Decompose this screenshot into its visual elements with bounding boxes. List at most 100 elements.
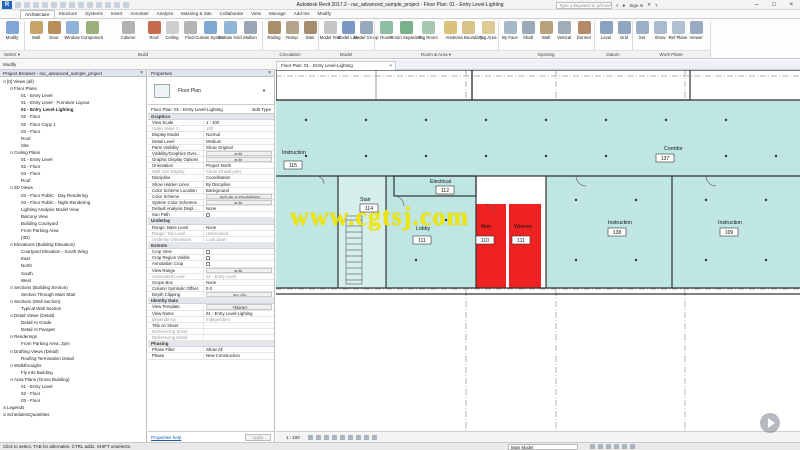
tag-area-button[interactable]: Tag Area <box>478 21 498 49</box>
exchange-icon[interactable]: ✕ <box>647 2 651 8</box>
property-value[interactable]: Background <box>204 188 274 193</box>
ribbon-group-work-plane[interactable]: Work Plane <box>632 50 710 58</box>
close-icon[interactable]: × <box>140 70 143 77</box>
checkbox[interactable] <box>206 261 210 266</box>
tree-node[interactable]: ⊟Ceiling Plans <box>0 149 146 156</box>
tree-item[interactable]: 02 - Floor <box>0 113 146 120</box>
tree-item[interactable]: 01 - Entry Level <box>0 383 146 390</box>
lock-icon[interactable] <box>356 435 361 440</box>
tab-architecture[interactable]: Architecture <box>20 10 55 18</box>
select-links-icon[interactable] <box>590 444 595 449</box>
select-pinned-icon[interactable] <box>606 444 611 449</box>
tree-item[interactable]: {3D} <box>0 234 146 241</box>
tree-item[interactable]: From Parking Area, 2pm <box>0 340 146 347</box>
tree-node[interactable]: ⊟Sections (Wall Section) <box>0 298 146 305</box>
tree-item[interactable]: Detail At Parapet <box>0 326 146 333</box>
dormer-button[interactable]: Dormer <box>574 21 594 49</box>
tab-systems[interactable]: Systems <box>81 10 107 18</box>
grid-button[interactable]: Grid <box>614 21 634 49</box>
ceiling-button[interactable]: Ceiling <box>162 21 182 49</box>
tree-item[interactable]: West <box>0 277 146 284</box>
tree-node[interactable]: ⊟Drafting Views (Detail) <box>0 348 146 355</box>
help-icon[interactable]: ? <box>655 3 658 8</box>
crop-icon[interactable] <box>340 435 345 440</box>
property-value[interactable]: 1 : 100 <box>204 120 274 125</box>
tab-add-ins[interactable]: Add-Ins <box>290 10 314 18</box>
tree-item[interactable]: 03 - Floor <box>0 397 146 404</box>
maximize-icon[interactable]: □ <box>765 0 782 10</box>
tree-item[interactable]: Lighting Analysis Model View <box>0 206 146 213</box>
tree-item[interactable]: East <box>0 255 146 262</box>
ribbon-group-build[interactable]: Build <box>24 50 262 58</box>
tree-item[interactable]: From Parking Area <box>0 227 146 234</box>
property-value[interactable]: None <box>204 206 274 211</box>
search-input[interactable]: Type a keyword or phrase <box>556 1 612 9</box>
curtain-system-button[interactable]: Curtain System <box>195 21 225 49</box>
tree-node[interactable]: ⊟Floor Plans <box>0 85 146 92</box>
user-icon[interactable]: ● <box>623 3 626 8</box>
ribbon-group-datum[interactable]: Datum <box>594 50 632 58</box>
property-edit-button[interactable]: Edit... <box>206 150 272 156</box>
column-button[interactable]: Column <box>118 21 138 49</box>
shadows-icon[interactable] <box>332 435 337 440</box>
property-edit-button[interactable]: Edit... <box>206 156 272 163</box>
sign-in-link[interactable]: Sign In <box>629 3 643 8</box>
by-face-button[interactable]: By Face <box>500 21 520 49</box>
wall-button[interactable]: Wall <box>536 21 556 49</box>
filter-icon[interactable] <box>630 444 635 449</box>
railing-button[interactable]: Railing <box>264 21 284 49</box>
property-value[interactable]: Normal <box>204 132 274 137</box>
mullion-button[interactable]: Mullion <box>240 21 260 49</box>
window-button[interactable]: Window <box>62 21 82 49</box>
tree-item[interactable]: 02 - Floor <box>0 163 146 170</box>
checkbox[interactable] <box>206 212 210 217</box>
tree-node[interactable]: ⊟3D Views <box>0 184 146 191</box>
drag-on-selection-icon[interactable] <box>622 444 627 449</box>
curtain-grid-button[interactable]: Curtain Grid <box>218 21 242 49</box>
property-edit-button[interactable]: Edit... <box>206 199 272 206</box>
ribbon-group-select-[interactable]: Select ▾ <box>0 50 24 58</box>
chevron-down-icon[interactable]: ▼ <box>262 88 266 93</box>
tab-collaborate[interactable]: Collaborate <box>216 10 248 18</box>
property-value[interactable]: New Construction <box>204 353 274 358</box>
tab-manage[interactable]: Manage <box>265 10 290 18</box>
tree-item[interactable]: 01 - Entry Level - Furniture Layout <box>0 99 146 106</box>
ribbon-group-model[interactable]: Model <box>318 50 374 58</box>
ribbon-group-opening[interactable]: Opening <box>498 50 594 58</box>
property-checkbox-cell[interactable] <box>204 261 274 266</box>
tab-view[interactable]: View <box>247 10 265 18</box>
ribbon-group-circulation[interactable]: Circulation <box>262 50 318 58</box>
select-by-face-icon[interactable] <box>614 444 619 449</box>
shaft-button[interactable]: Shaft <box>518 21 538 49</box>
active-model-select[interactable]: Main Model <box>508 443 578 450</box>
edit-type-button[interactable]: Edit Type <box>252 105 271 114</box>
tree-item[interactable]: Courtyard Elevation - South Wing <box>0 248 146 255</box>
tree-item[interactable]: Building Courtyard <box>0 220 146 227</box>
viewer-button[interactable]: Viewer <box>686 21 706 49</box>
tab-analyze[interactable]: Analyze <box>153 10 177 18</box>
property-edit-button[interactable]: Include in Daylighting <box>206 193 272 199</box>
sun-path-icon[interactable] <box>324 435 329 440</box>
tree-item[interactable]: 01 - Entry Level-Lighting <box>0 106 146 113</box>
property-edit-button[interactable]: <None> <box>206 304 272 310</box>
tree-item[interactable]: Balcony View <box>0 213 146 220</box>
tree-item[interactable]: 02 - Floor Copy 1 <box>0 121 146 128</box>
modify-button[interactable]: Modify <box>2 21 22 49</box>
show-button[interactable]: Show <box>650 21 670 49</box>
property-edit-button[interactable]: Edit... <box>206 267 272 273</box>
temporary-hide-icon[interactable] <box>364 435 369 440</box>
tree-node[interactable]: ⊟[0] Views (all) <box>0 78 146 85</box>
tree-item[interactable]: Typical Wall Section <box>0 305 146 312</box>
tree-item[interactable]: Site <box>0 142 146 149</box>
view-tab-floor-plan[interactable]: Floor Plan: 01 - Entry Level-Lighting × <box>276 61 396 70</box>
area-boundary-button[interactable]: Area Boundary <box>454 21 482 49</box>
room-separator-button[interactable]: Room Separator <box>390 21 422 49</box>
tree-item[interactable]: North <box>0 262 146 269</box>
view-scale[interactable]: 1 : 100 <box>286 435 300 440</box>
tree-node[interactable]: ⊟Detail Views (Detail) <box>0 312 146 319</box>
close-view-icon[interactable]: × <box>389 62 392 70</box>
play-icon[interactable] <box>760 413 780 433</box>
tag-icon[interactable] <box>87 2 93 8</box>
tab-massing-site[interactable]: Massing & Site <box>177 10 216 18</box>
property-value[interactable]: Medium <box>204 139 274 144</box>
